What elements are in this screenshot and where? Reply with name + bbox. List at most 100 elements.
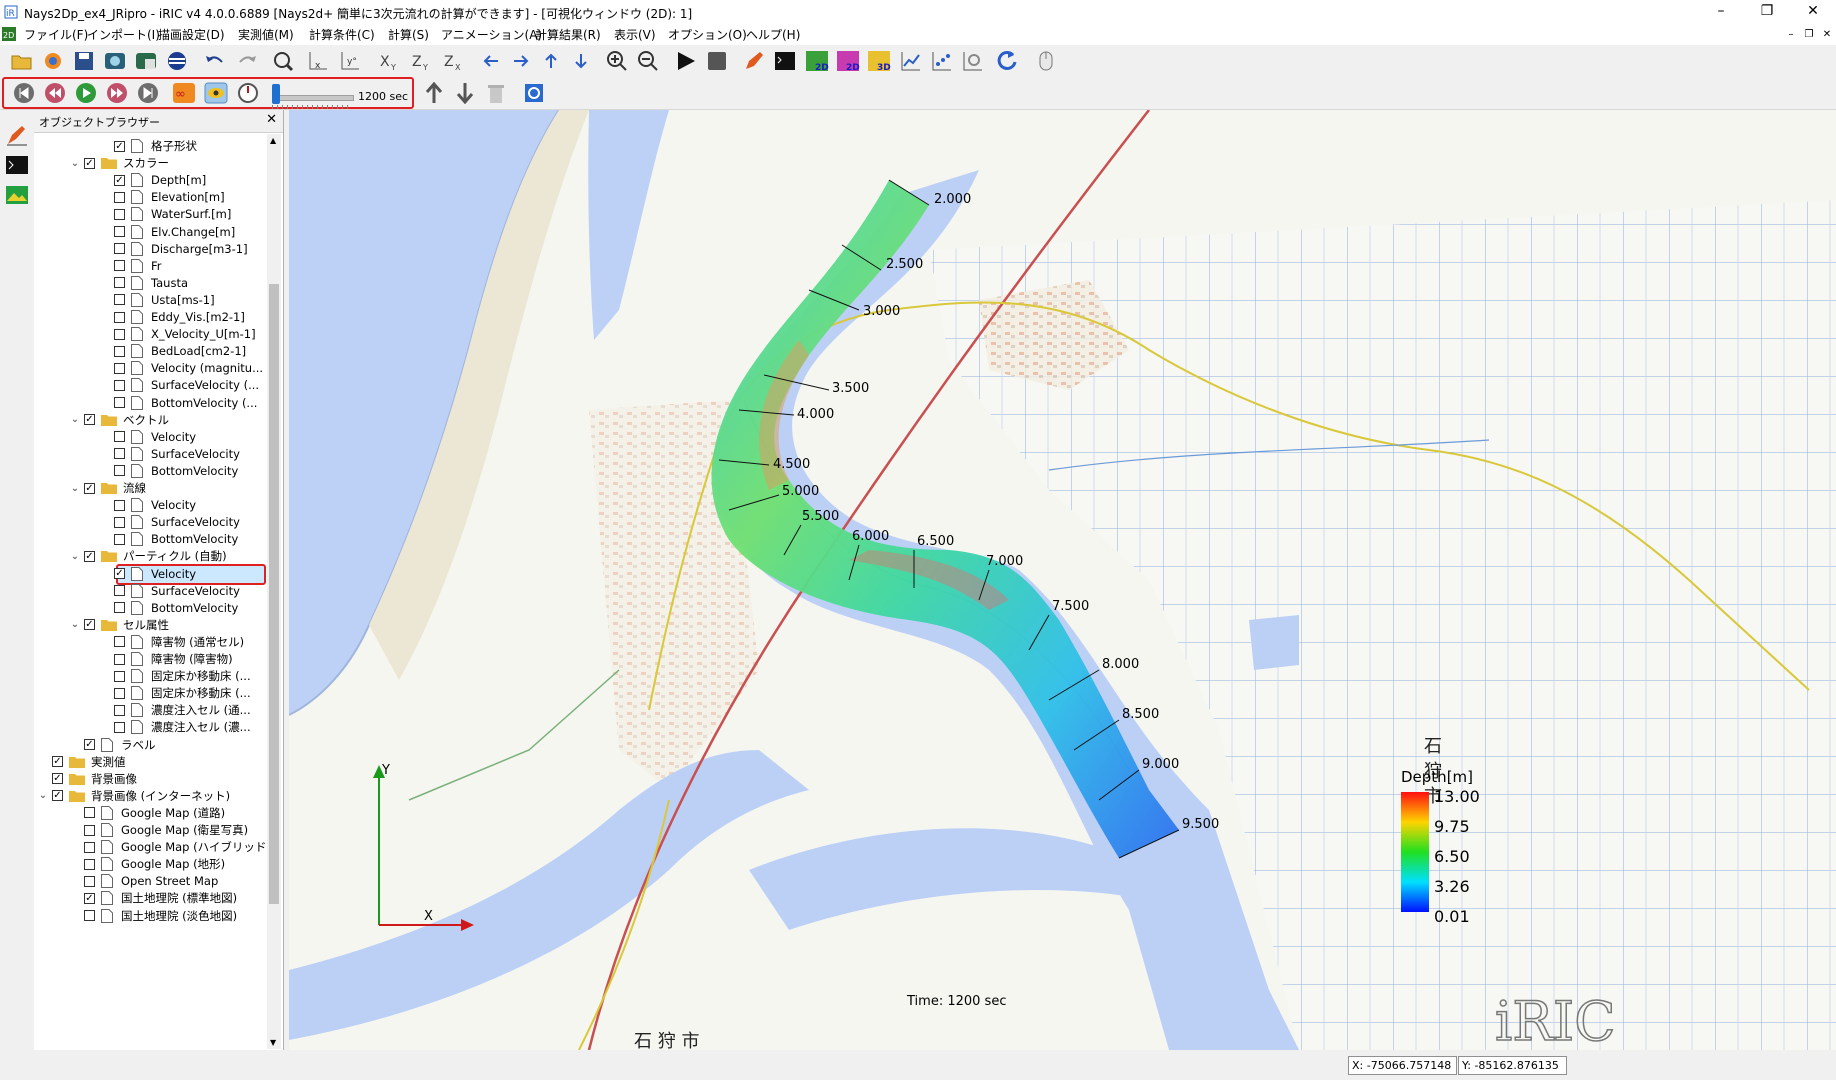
tree-checkbox[interactable]	[114, 362, 125, 374]
background-image-icon[interactable]	[5, 183, 29, 207]
tree-checkbox[interactable]	[114, 191, 125, 203]
tree-checkbox[interactable]	[114, 345, 125, 357]
tree-checkbox[interactable]	[114, 277, 125, 289]
tree-expander-icon[interactable]	[98, 396, 112, 410]
tree-expander-icon[interactable]	[98, 207, 112, 221]
tree-checkbox[interactable]	[84, 824, 95, 836]
redo-icon[interactable]	[235, 49, 259, 73]
tree-expander-icon[interactable]: ⌄	[68, 618, 82, 632]
tree-expander-icon[interactable]	[98, 652, 112, 666]
tree-expander-icon[interactable]	[68, 823, 82, 837]
tree-expander-icon[interactable]	[68, 857, 82, 871]
post-2d-icon[interactable]: 2D	[805, 49, 829, 73]
tree-checkbox[interactable]	[84, 875, 95, 887]
tree-checkbox[interactable]	[114, 208, 125, 220]
tree-checkbox[interactable]	[114, 311, 125, 323]
scrollbar-thumb[interactable]	[269, 284, 279, 904]
tree-checkbox[interactable]: ✓	[114, 174, 125, 186]
tree-expander-icon[interactable]	[98, 327, 112, 341]
tree-expander-icon[interactable]	[98, 190, 112, 204]
tree-checkbox[interactable]: ✓	[84, 550, 95, 562]
reload-project-icon[interactable]	[41, 49, 65, 73]
map-canvas[interactable]: 2.000 2.500 3.000 3.500 4.000 4.500 5.00…	[289, 110, 1836, 1050]
tree-checkbox[interactable]	[114, 516, 125, 528]
tree-expander-icon[interactable]	[36, 755, 50, 769]
move-left-icon[interactable]	[479, 49, 503, 73]
tree-checkbox[interactable]: ✓	[52, 790, 63, 802]
tree-checkbox[interactable]: ✓	[84, 619, 95, 631]
mdi-minimize-button[interactable]: –	[1784, 28, 1798, 42]
tree-expander-icon[interactable]	[98, 225, 112, 239]
run-icon[interactable]	[674, 49, 698, 73]
animation-interval-icon[interactable]	[236, 81, 260, 105]
scatter-graph-icon[interactable]	[930, 49, 954, 73]
mdi-close-button[interactable]: ✕	[1820, 28, 1834, 42]
arrow-down-icon[interactable]	[453, 81, 477, 105]
tree-checkbox[interactable]	[84, 807, 95, 819]
tree-expander-icon[interactable]	[98, 720, 112, 734]
snapshot-icon[interactable]	[103, 49, 127, 73]
menu-draw-settings[interactable]: 描画設定(D)	[158, 26, 225, 43]
menu-file[interactable]: ファイル(F)	[24, 26, 88, 43]
tree-expander-icon[interactable]	[98, 276, 112, 290]
tree-expander-icon[interactable]	[98, 173, 112, 187]
tree-checkbox[interactable]: ✓	[84, 739, 95, 750]
tree-expander-icon[interactable]	[98, 532, 112, 546]
tree-expander-icon[interactable]	[98, 361, 112, 375]
animation-last-icon[interactable]	[136, 81, 160, 105]
minimize-button[interactable]: –	[1698, 0, 1744, 24]
console-icon[interactable]	[773, 49, 797, 73]
animation-slider-thumb[interactable]	[272, 84, 280, 104]
tree-checkbox[interactable]: ✓	[84, 482, 95, 494]
mouse-help-icon[interactable]	[1034, 49, 1058, 73]
tree-checkbox[interactable]	[114, 670, 125, 682]
tree-expander-icon[interactable]: ⌄	[68, 481, 82, 495]
tree-checkbox[interactable]	[114, 653, 125, 665]
close-button[interactable]: ✕	[1790, 0, 1836, 24]
tree-expander-icon[interactable]	[36, 772, 50, 786]
menu-help[interactable]: ヘルプ(H)	[746, 26, 800, 43]
tree-checkbox[interactable]: ✓	[84, 892, 95, 904]
menu-calc-conditions[interactable]: 計算条件(C)	[309, 26, 375, 43]
mdi-restore-button[interactable]: ❐	[1802, 28, 1816, 42]
tree-expander-icon[interactable]	[68, 909, 82, 923]
object-tree-scrollbar[interactable]: ▲ ▼	[267, 134, 281, 1049]
view-xy-icon[interactable]: XY	[377, 49, 401, 73]
tree-checkbox[interactable]	[84, 858, 95, 870]
tree-expander-icon[interactable]	[98, 139, 112, 153]
tree-expander-icon[interactable]	[98, 601, 112, 615]
menu-calc[interactable]: 計算(S)	[388, 26, 429, 43]
tree-checkbox[interactable]	[114, 226, 125, 237]
refresh-icon[interactable]	[995, 49, 1019, 73]
animation-follow-icon[interactable]	[204, 81, 228, 105]
console-window-icon[interactable]	[5, 153, 29, 177]
tree-checkbox[interactable]	[114, 294, 125, 306]
zoom-out-icon[interactable]	[636, 49, 660, 73]
menu-results[interactable]: 計算結果(R)	[535, 26, 601, 43]
animation-play-icon[interactable]	[74, 81, 98, 105]
tree-expander-icon[interactable]	[98, 378, 112, 392]
tree-expander-icon[interactable]: ⌄	[68, 549, 82, 563]
tree-checkbox[interactable]	[114, 260, 125, 272]
tree-checkbox[interactable]	[114, 499, 125, 511]
zoom-fit-icon[interactable]	[271, 49, 295, 73]
tree-checkbox[interactable]	[114, 379, 125, 391]
move-down-icon[interactable]	[569, 49, 593, 73]
tree-expander-icon[interactable]	[98, 686, 112, 700]
view-zx-icon[interactable]: ZX	[441, 49, 465, 73]
object-tree[interactable]: ✓ 格子形状 ⌄ ✓ スカラー ✓ Depth[m] Elevation[m] WaterSur…	[34, 134, 266, 1049]
animation-slider-track[interactable]	[272, 95, 354, 101]
tree-expander-icon[interactable]	[68, 891, 82, 905]
post-3d-icon[interactable]: 3D	[867, 49, 891, 73]
save-icon[interactable]	[72, 49, 96, 73]
tree-expander-icon[interactable]	[68, 874, 82, 888]
tree-expander-icon[interactable]	[98, 669, 112, 683]
menu-measured[interactable]: 実測値(M)	[238, 26, 294, 43]
menu-animation[interactable]: アニメーション(A)	[441, 26, 542, 43]
stop-icon[interactable]	[705, 49, 729, 73]
y-axis-scale-icon[interactable]: y°	[338, 49, 362, 73]
tree-expander-icon[interactable]	[68, 806, 82, 820]
move-up-icon[interactable]	[539, 49, 563, 73]
tree-expander-icon[interactable]	[98, 515, 112, 529]
animation-back-icon[interactable]	[43, 81, 67, 105]
